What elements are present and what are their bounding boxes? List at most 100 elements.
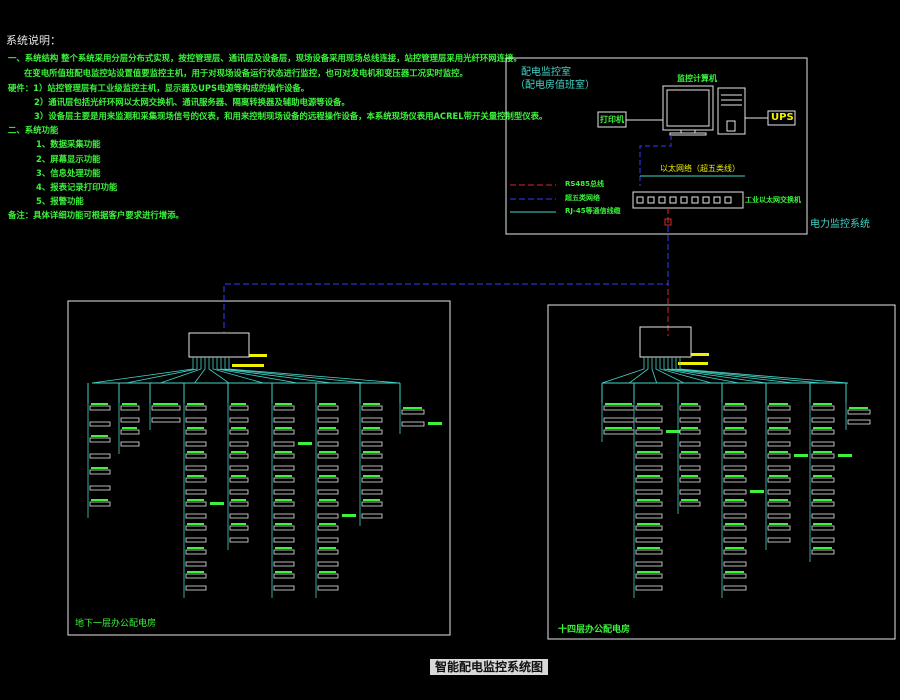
meter-box	[767, 429, 791, 435]
meter-box	[361, 513, 383, 519]
ups-label: UPS	[771, 112, 794, 123]
meter-box	[185, 429, 207, 435]
meter-box	[811, 417, 835, 423]
switch-port	[636, 196, 644, 204]
meter-box	[229, 453, 249, 459]
meter-box	[811, 429, 835, 435]
meter-box	[603, 405, 635, 411]
switch-port	[713, 196, 721, 204]
switch-port	[658, 196, 666, 204]
meter-box	[361, 441, 383, 447]
meter-box	[603, 417, 635, 423]
meter-box	[847, 419, 871, 425]
meter-box	[317, 573, 339, 579]
meter-box	[151, 405, 181, 411]
meter-box	[273, 417, 295, 423]
meter-box	[767, 489, 791, 495]
meter-box	[811, 477, 835, 483]
meter-box	[317, 477, 339, 483]
room-frame-14f	[547, 304, 896, 640]
meter-box	[273, 537, 295, 543]
meter-box	[273, 477, 295, 483]
meter-box	[229, 513, 249, 519]
meter-box	[723, 429, 747, 435]
ethernet-label: 以太网络（超五类线）	[660, 164, 740, 173]
diagram-title: 智能配电监控系统图	[430, 659, 548, 675]
room-label-b1: 地下一层办公配电房	[75, 619, 157, 629]
meter-box	[317, 513, 339, 519]
meter-box	[185, 513, 207, 519]
ethernet-switch	[632, 191, 744, 209]
meter-box	[679, 489, 701, 495]
meter-box	[361, 453, 383, 459]
meter-box	[273, 453, 295, 459]
meter-box	[361, 489, 383, 495]
meter-box	[767, 417, 791, 423]
meter-box	[185, 501, 207, 507]
meter-box	[635, 405, 663, 411]
meter-box	[811, 549, 835, 555]
legend-rs485: RS485总线	[565, 180, 605, 188]
meter-box	[723, 417, 747, 423]
meter-box	[767, 477, 791, 483]
meter-box	[723, 537, 747, 543]
switch-port	[669, 196, 677, 204]
meter-box	[317, 501, 339, 507]
meter-box	[273, 501, 295, 507]
computer-label: 监控计算机	[677, 74, 717, 83]
meter-box	[317, 561, 339, 567]
meter-box	[723, 513, 747, 519]
meter-box	[89, 453, 111, 459]
meter-box	[847, 409, 871, 415]
meter-box	[679, 501, 701, 507]
meter-box	[811, 489, 835, 495]
meter-box	[679, 429, 701, 435]
meter-box	[361, 405, 383, 411]
meter-box	[185, 441, 207, 447]
meter-box	[723, 453, 747, 459]
meter-box	[767, 513, 791, 519]
meter-box	[185, 573, 207, 579]
monitor-icon	[662, 85, 714, 136]
meter-box	[635, 585, 663, 591]
legend-ethernet: 超五类网络	[565, 194, 600, 202]
meter-box	[361, 465, 383, 471]
meter-box	[185, 405, 207, 411]
meter-box	[273, 465, 295, 471]
meter-box	[635, 549, 663, 555]
meter-box	[811, 513, 835, 519]
meter-box	[317, 417, 339, 423]
meter-box	[89, 421, 111, 427]
meter-box	[273, 489, 295, 495]
meter-box	[361, 417, 383, 423]
meter-box	[229, 477, 249, 483]
meter-box	[229, 429, 249, 435]
meter-box	[229, 465, 249, 471]
meter-box	[679, 465, 701, 471]
meter-box	[635, 513, 663, 519]
pc-tower-icon	[717, 87, 746, 135]
meter-box	[811, 537, 835, 543]
meter-box	[185, 489, 207, 495]
meter-box	[723, 477, 747, 483]
meter-box	[273, 405, 295, 411]
diagram-canvas	[67, 57, 896, 640]
system-label: 电力监控系统	[810, 219, 870, 230]
meter-box	[229, 489, 249, 495]
meter-box	[317, 585, 339, 591]
meter-box	[317, 525, 339, 531]
meter-box	[89, 485, 111, 491]
meter-box	[635, 477, 663, 483]
meter-box	[89, 501, 111, 507]
meter-box	[635, 453, 663, 459]
meter-box	[185, 477, 207, 483]
meter-box	[185, 549, 207, 555]
meter-box	[229, 525, 249, 531]
meter-box	[361, 477, 383, 483]
meter-box	[679, 477, 701, 483]
meter-box	[767, 405, 791, 411]
meter-box	[185, 537, 207, 543]
meter-box	[317, 489, 339, 495]
meter-box	[273, 525, 295, 531]
meter-box	[185, 561, 207, 567]
